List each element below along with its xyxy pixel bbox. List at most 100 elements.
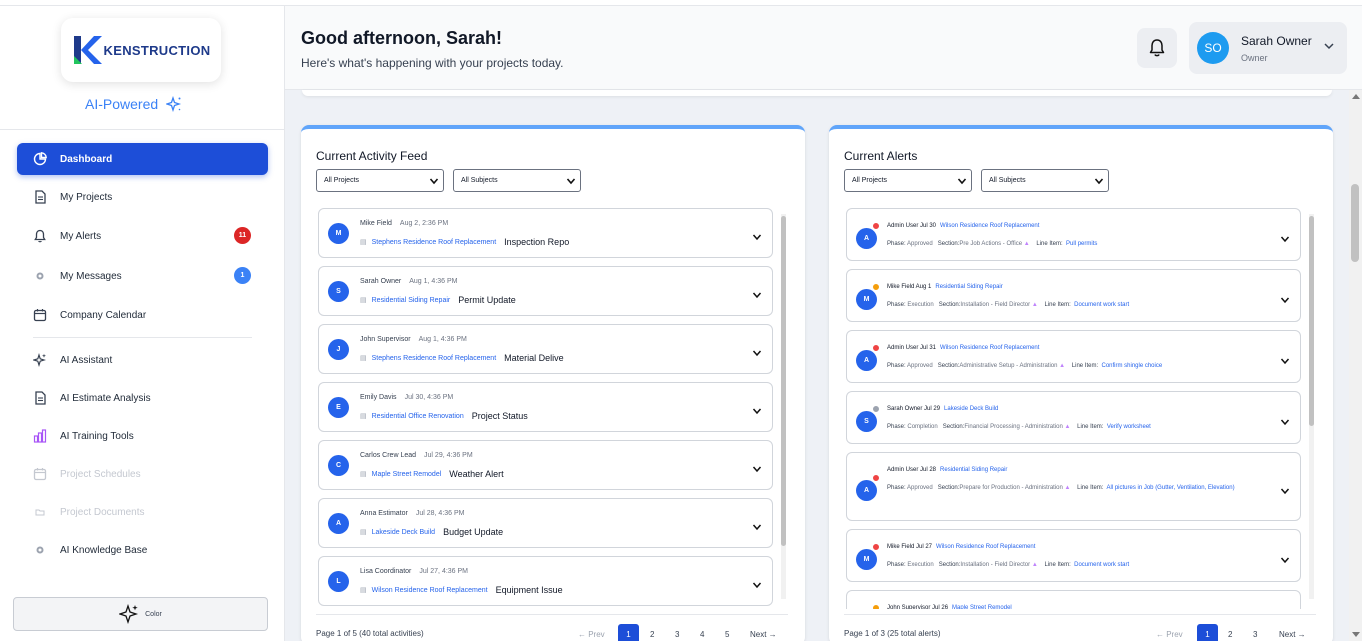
scrollbar-thumb[interactable]: [781, 216, 786, 546]
project-link[interactable]: Wilson Residence Roof Replacement: [936, 544, 1035, 550]
line-item-link[interactable]: Verify worksheet: [1107, 424, 1151, 430]
user-menu[interactable]: SO Sarah Owner Owner: [1189, 22, 1347, 74]
line-item-label: Line Item:: [1071, 363, 1099, 369]
activity-subject-filter[interactable]: All Subjects: [453, 169, 581, 192]
activity-page-1[interactable]: 1: [618, 624, 639, 641]
sidebar-item-ai-estimate-analysis[interactable]: AI Estimate Analysis: [17, 382, 268, 414]
expand-toggle[interactable]: [1280, 552, 1290, 570]
activity-page-4[interactable]: 4: [700, 624, 704, 641]
activity-page-3[interactable]: 3: [675, 624, 679, 641]
project-link[interactable]: Residential Siding Repair: [940, 467, 1007, 473]
expand-toggle[interactable]: [752, 403, 762, 421]
expand-toggle[interactable]: [752, 345, 762, 363]
activity-subject: Material Delive: [504, 353, 564, 363]
project-link[interactable]: Wilson Residence Roof Replacement: [940, 223, 1039, 229]
expand-toggle[interactable]: [1280, 483, 1290, 501]
project-link[interactable]: Lakeside Deck Build: [944, 406, 998, 412]
expand-toggle[interactable]: [752, 229, 762, 247]
project-link[interactable]: Maple Street Remodel: [372, 471, 442, 478]
activity-item[interactable]: C Carlos Crew Lead Jul 29, 4:36 PM ▤ Maple S…: [318, 440, 773, 490]
project-link[interactable]: Wilson Residence Roof Replacement: [940, 345, 1039, 351]
activity-page-5[interactable]: 5: [725, 624, 729, 641]
project-link[interactable]: Residential Siding Repair: [935, 284, 1002, 290]
activity-project-filter[interactable]: All Projects: [316, 169, 444, 192]
summary-strip: [302, 90, 1332, 96]
page-scrollbar[interactable]: [1349, 90, 1362, 641]
alerts-subject-filter-value: All Subjects: [989, 177, 1026, 184]
notifications-button[interactable]: [1137, 28, 1177, 68]
line-item-link[interactable]: Document work start: [1074, 562, 1129, 568]
project-link[interactable]: Lakeside Deck Build: [372, 529, 435, 536]
sidebar-item-my-alerts[interactable]: My Alerts 11: [17, 220, 268, 252]
sidebar-item-ai-assistant[interactable]: AI Assistant: [17, 344, 268, 376]
expand-toggle[interactable]: [752, 287, 762, 305]
sidebar-item-company-calendar[interactable]: Company Calendar: [17, 299, 268, 331]
line-item-link[interactable]: Confirm shingle choice: [1101, 363, 1162, 369]
alert-details: Phase: Approved Section:Pre Job Actions …: [887, 238, 1277, 251]
alert-item[interactable]: M Mike Field Aug 1 Residential Siding Repa…: [846, 269, 1301, 322]
project-link[interactable]: Residential Siding Repair: [372, 297, 451, 304]
alert-item[interactable]: M Mike Field Jul 27 Wilson Residence Roof …: [846, 529, 1301, 582]
chevron-down-icon: [752, 524, 762, 531]
activity-details: ▤ Residential Siding Repair Permit Update: [360, 295, 516, 305]
color-button[interactable]: Color: [13, 597, 268, 631]
project-link[interactable]: Stephens Residence Roof Replacement: [372, 355, 497, 362]
alerts-project-filter[interactable]: All Projects: [844, 169, 972, 192]
activity-item[interactable]: E Emily Davis Jul 30, 4:36 PM ▤ Residential …: [318, 382, 773, 432]
line-item-link[interactable]: Document work start: [1074, 302, 1129, 308]
activity-item[interactable]: J John Supervisor Aug 1, 4:36 PM ▤ Stephens …: [318, 324, 773, 374]
expand-toggle[interactable]: [752, 461, 762, 479]
alerts-scrollbar[interactable]: [1307, 204, 1315, 609]
activity-time: Aug 1, 4:36 PM: [409, 278, 458, 285]
alert-item[interactable]: A Admin User Jul 30 Wilson Residence Roof …: [846, 208, 1301, 261]
alert-item[interactable]: JJohn Supervisor Jul 26Maple Street Remo…: [846, 590, 1301, 609]
line-item-label: Line Item:: [1077, 485, 1104, 491]
sidebar-item-ai-knowledge-base[interactable]: AI Knowledge Base: [17, 534, 268, 566]
sidebar-item-my-messages[interactable]: My Messages 1: [17, 260, 268, 292]
activity-time: Jul 27, 4:36 PM: [419, 568, 469, 575]
activity-page-2[interactable]: 2: [650, 624, 654, 641]
sidebar-item-ai-training-tools[interactable]: AI Training Tools: [17, 420, 268, 452]
alerts-page-1[interactable]: 1: [1197, 624, 1218, 641]
alert-item[interactable]: A Admin User Jul 31 Wilson Residence Roof …: [846, 330, 1301, 383]
activity-meta: Anna Estimator Jul 28, 4:36 PM: [360, 510, 465, 517]
alerts-subject-filter[interactable]: All Subjects: [981, 169, 1109, 192]
page-scrollbar-thumb[interactable]: [1351, 184, 1359, 262]
activity-item[interactable]: L Lisa Coordinator Jul 27, 4:36 PM ▤ Wilson …: [318, 556, 773, 606]
alert-item[interactable]: S Sarah Owner Jul 29 Lakeside Deck Build Ph…: [846, 391, 1301, 444]
project-link[interactable]: Wilson Residence Roof Replacement: [372, 587, 488, 594]
activity-author: Sarah Owner: [360, 278, 402, 285]
activity-subject: Project Status: [471, 411, 528, 421]
alerts-prev-button[interactable]: ← Prev: [1156, 624, 1183, 641]
chevron-down-icon: [1280, 297, 1290, 303]
sidebar-item-project-documents[interactable]: Project Documents: [17, 496, 268, 528]
expand-toggle[interactable]: [1280, 353, 1290, 371]
activity-item[interactable]: A Anna Estimator Jul 28, 4:36 PM ▤ Lakeside …: [318, 498, 773, 548]
alert-item[interactable]: A Admin User Jul 28 Residential Siding Rep…: [846, 452, 1301, 521]
line-item-link[interactable]: All pictures in Job (Gutter, Ventilation…: [1107, 485, 1235, 491]
activity-scrollbar[interactable]: [779, 204, 787, 609]
project-link[interactable]: Stephens Residence Roof Replacement: [372, 239, 497, 246]
sidebar-item-dashboard[interactable]: Dashboard: [17, 143, 268, 175]
scrollbar-thumb[interactable]: [1309, 216, 1314, 426]
project-link[interactable]: Maple Street Remodel: [952, 605, 1012, 609]
scroll-up-arrow-icon[interactable]: [1352, 94, 1360, 99]
expand-toggle[interactable]: [752, 577, 762, 595]
line-item-link[interactable]: Pull permits: [1066, 241, 1097, 247]
activity-prev-button[interactable]: ← Prev: [578, 624, 605, 641]
alerts-page-3[interactable]: 3: [1253, 624, 1257, 641]
activity-next-button[interactable]: Next →: [750, 624, 777, 641]
activity-item[interactable]: M Mike Field Aug 2, 2:36 PM ▤ Stephens Resid…: [318, 208, 773, 258]
brand-logo[interactable]: KENSTRUCTION: [61, 18, 221, 82]
expand-toggle[interactable]: [1280, 292, 1290, 310]
sidebar-item-my-projects[interactable]: My Projects: [17, 181, 268, 213]
activity-item[interactable]: S Sarah Owner Aug 1, 4:36 PM ▤ Residential S…: [318, 266, 773, 316]
alerts-next-button[interactable]: Next →: [1279, 624, 1306, 641]
expand-toggle[interactable]: [752, 519, 762, 537]
expand-toggle[interactable]: [1280, 231, 1290, 249]
expand-toggle[interactable]: [1280, 414, 1290, 432]
scroll-down-arrow-icon[interactable]: [1352, 632, 1360, 637]
alerts-page-2[interactable]: 2: [1228, 624, 1232, 641]
project-link[interactable]: Residential Office Renovation: [372, 413, 464, 420]
sidebar-item-project-schedules[interactable]: Project Schedules: [17, 458, 268, 490]
